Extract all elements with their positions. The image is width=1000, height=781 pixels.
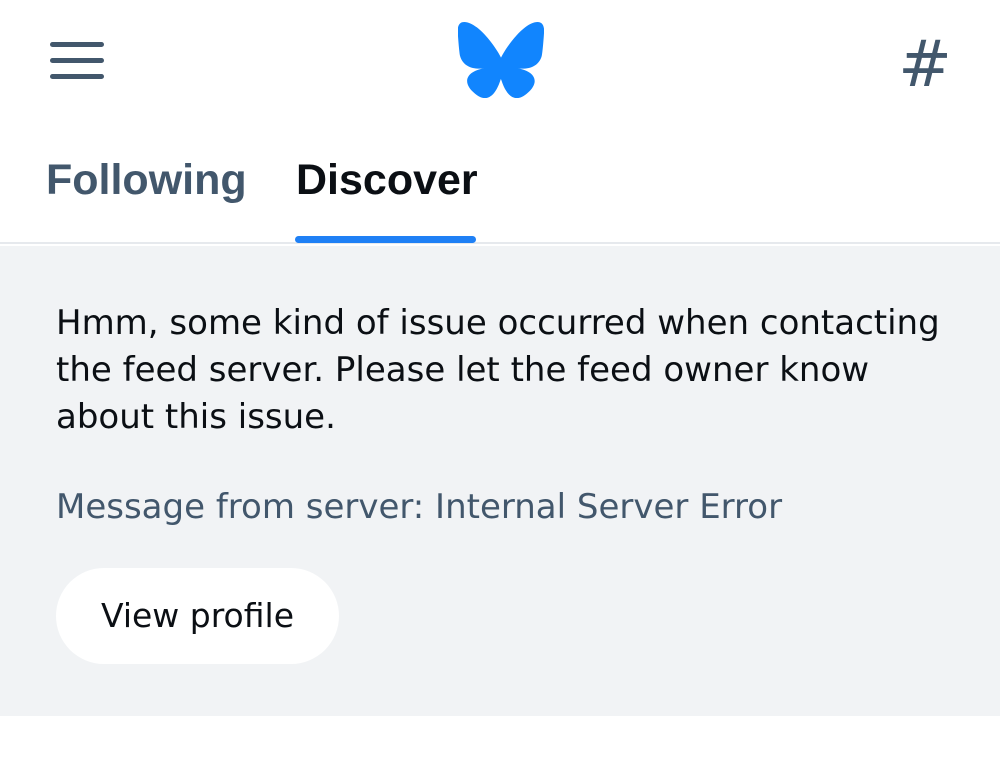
butterfly-logo-icon[interactable] — [458, 22, 544, 98]
feed-error-panel: Hmm, some kind of issue occurred when co… — [0, 246, 1000, 716]
hashtag-icon: # — [898, 28, 952, 102]
hashtag-button[interactable]: # — [890, 30, 960, 100]
error-message: Hmm, some kind of issue occurred when co… — [56, 303, 940, 437]
menu-icon-bar — [50, 58, 104, 63]
menu-icon-bar — [50, 42, 104, 47]
view-profile-button[interactable]: View profile — [56, 568, 339, 664]
tab-discover[interactable]: Discover — [296, 150, 478, 210]
menu-button[interactable] — [46, 36, 110, 86]
menu-icon-bar — [50, 74, 104, 79]
top-header: # Following Discover — [0, 0, 1000, 244]
active-tab-indicator — [295, 236, 476, 243]
server-error-message: Message from server: Internal Server Err… — [56, 487, 783, 527]
tab-following[interactable]: Following — [46, 150, 247, 210]
